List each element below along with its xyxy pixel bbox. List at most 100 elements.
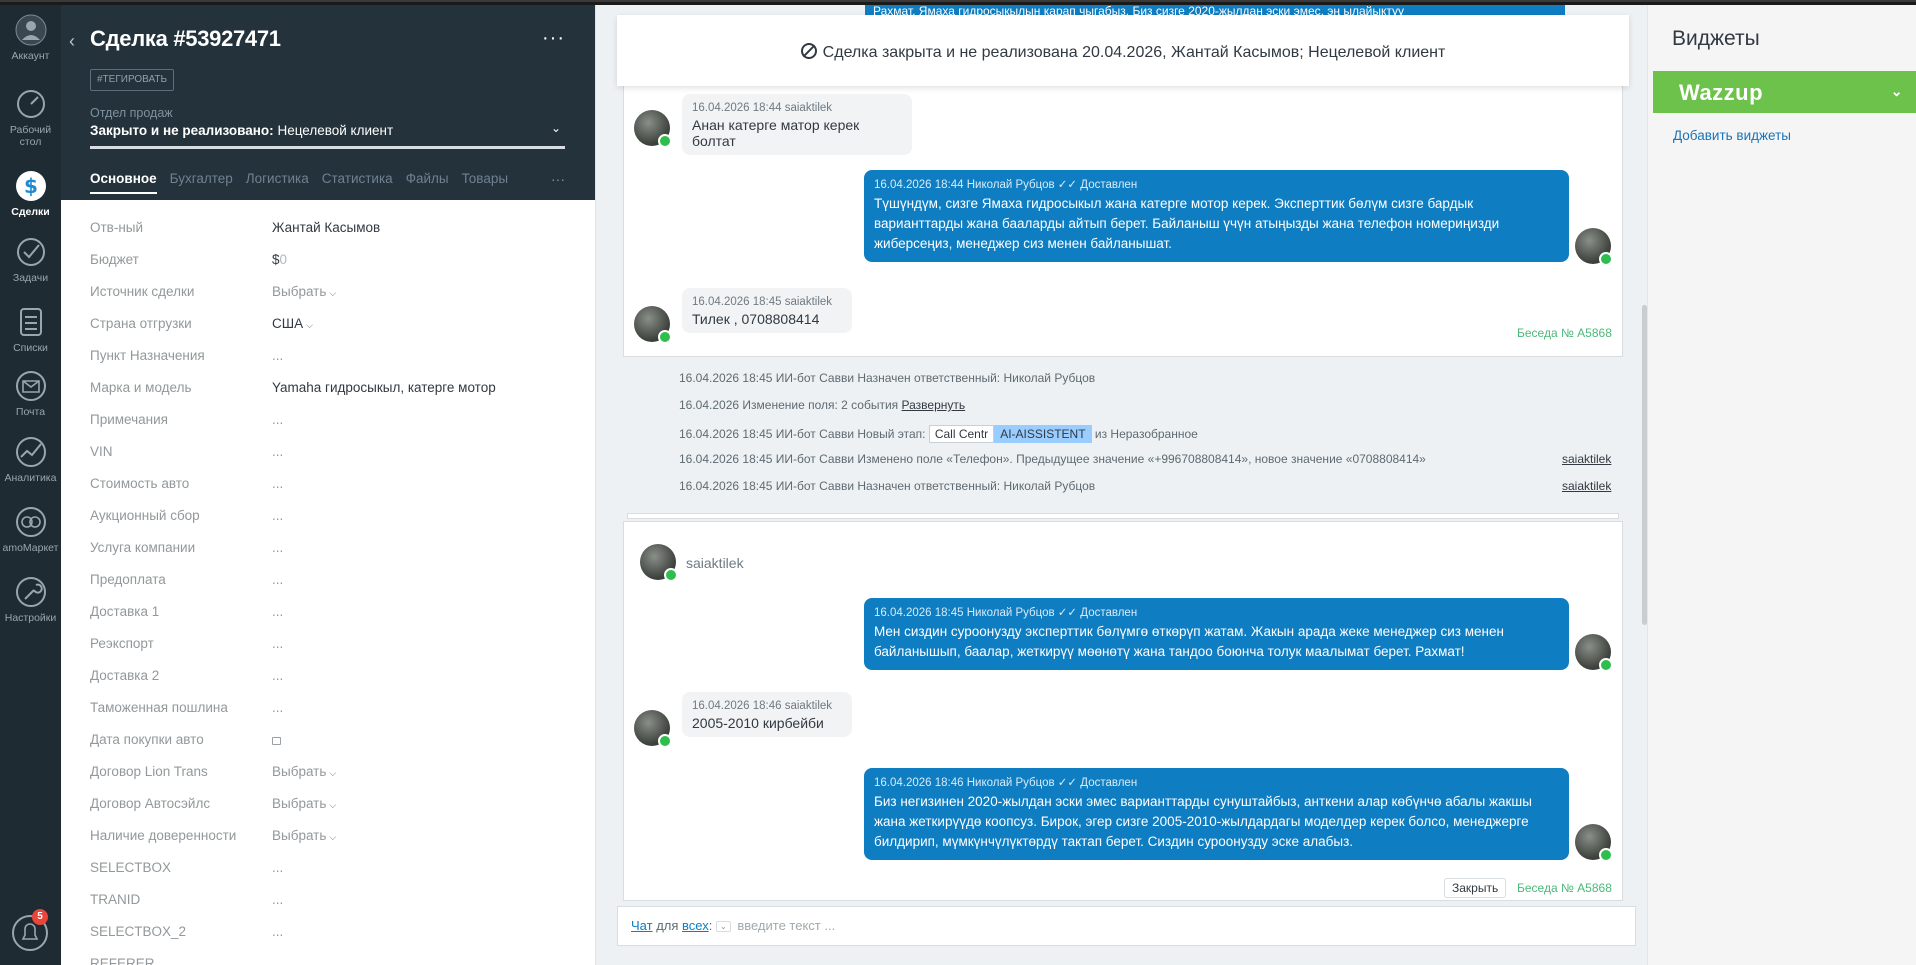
nav-item-analytics[interactable]: Аналитика — [0, 435, 61, 484]
field-value[interactable]: Жантай Касымов — [272, 220, 380, 235]
field-label: Предоплата — [90, 572, 166, 587]
card-header: ‹ Сделка #53927471 ··· #ТЕГИРОВАТЬ Отдел… — [61, 5, 595, 200]
field-value[interactable]: ... — [272, 700, 283, 715]
chat-type-link[interactable]: Чат — [631, 918, 653, 933]
nav-item-dashboard[interactable]: Рабочий стол — [0, 87, 61, 148]
nav-item-market[interactable]: amoМаркет — [0, 505, 61, 554]
field-value[interactable]: ... — [272, 668, 283, 683]
field-value[interactable]: ... — [272, 924, 283, 939]
field-prepayment: Предоплата... — [90, 572, 570, 592]
field-value[interactable]: Yamaha гидросыкыл, катерге мотор — [272, 380, 496, 395]
budget-input[interactable]: $0 — [272, 252, 287, 267]
whatsapp-icon — [1599, 252, 1613, 266]
nav-item-tasks[interactable]: Задачи — [0, 235, 61, 284]
expand-link[interactable]: Развернуть — [902, 398, 966, 412]
field-label: Аукционный сбор — [90, 508, 200, 523]
outgoing-message: 16.04.2026 18:45 Николай Рубцов ✓✓ Доста… — [864, 598, 1569, 670]
deal-title[interactable]: Сделка #53927471 — [90, 26, 281, 52]
field-contract-autosales: Договор Автосэйлс Выбрать ⌵ — [90, 796, 570, 816]
field-value[interactable]: ... — [272, 508, 283, 523]
field-value[interactable]: ... — [272, 860, 283, 875]
field-select[interactable]: США ⌵ — [272, 316, 313, 331]
message-meta: 16.04.2026 18:44 Николай Рубцов ✓✓ Доста… — [874, 177, 1559, 191]
field-label: Договор Автосэйлс — [90, 796, 211, 811]
tab-statistics[interactable]: Статистика — [322, 171, 393, 186]
tab-main[interactable]: Основное — [90, 171, 157, 194]
message-composer[interactable]: Чат для всех: ⌄ введите текст ... — [617, 906, 1636, 946]
field-value[interactable]: ... — [272, 892, 283, 907]
recipient-link[interactable]: всех — [682, 918, 709, 933]
notifications-button[interactable]: 5 — [10, 909, 50, 953]
field-label: Марка и модель — [90, 380, 192, 395]
field-car-cost: Стоимость авто... — [90, 476, 570, 496]
field-value[interactable]: ... — [272, 444, 283, 459]
message-meta-text: 16.04.2026 18:44 Николай Рубцов — [874, 179, 1055, 191]
chevron-down-icon[interactable]: ⌄ — [551, 121, 561, 135]
message-meta-text: 16.04.2026 18:45 Николай Рубцов — [874, 607, 1055, 619]
field-label: Бюджет — [90, 252, 139, 267]
field-reexport: Реэкспорт... — [90, 636, 570, 656]
chat-stack-edge — [627, 513, 1619, 519]
chevron-down-icon[interactable]: ⌄ — [1891, 83, 1903, 100]
author-link[interactable]: saiaktilek — [1562, 479, 1611, 493]
field-value[interactable]: ... — [272, 540, 283, 555]
field-value[interactable]: ... — [272, 412, 283, 427]
field-value[interactable]: ... — [272, 348, 283, 363]
nav-item-mail[interactable]: Почта — [0, 369, 61, 418]
field-value[interactable]: ... — [272, 604, 283, 619]
field-select[interactable]: Выбрать ⌵ — [272, 796, 336, 811]
field-value[interactable]: ... — [272, 572, 283, 587]
nav-item-account[interactable]: Аккаунт — [0, 13, 61, 62]
field-value[interactable]: ... — [272, 636, 283, 651]
field-label: Дата покупки авто — [90, 732, 204, 747]
tab-logistics[interactable]: Логистика — [246, 171, 309, 186]
tag-button[interactable]: #ТЕГИРОВАТЬ — [90, 69, 175, 91]
nav-item-settings[interactable]: Настройки — [0, 575, 61, 624]
field-company-service: Услуга компании... — [90, 540, 570, 560]
field-select[interactable]: Выбрать ⌵ — [272, 828, 336, 843]
wrench-icon — [15, 577, 46, 607]
feed: Рахмат. Ямаха гидросыкылын карап чыгабыз… — [595, 5, 1647, 965]
chevron-down-icon: ⌵ — [329, 768, 337, 778]
field-select[interactable]: Выбрать ⌵ — [272, 764, 336, 779]
nav-item-deals[interactable]: $ Сделки — [0, 169, 61, 218]
left-nav: Аккаунт Рабочий стол $ Сделки Задачи Спи… — [0, 5, 61, 965]
author-link[interactable]: saiaktilek — [1562, 452, 1611, 466]
tab-products[interactable]: Товары — [462, 171, 508, 186]
pipeline-status-select[interactable]: Закрыто и не реализовано: Нецелевой клие… — [90, 123, 393, 138]
market-icon — [15, 507, 46, 537]
field-label: Таможенная пошлина — [90, 700, 228, 715]
nav-label: amoМаркет — [2, 542, 59, 554]
field-value: США — [272, 316, 304, 331]
tabs-more-icon[interactable]: ··· — [551, 171, 565, 187]
more-menu-icon[interactable]: ··· — [542, 27, 565, 50]
outgoing-message: 16.04.2026 18:46 Николай Рубцов ✓✓ Доста… — [864, 768, 1569, 860]
delivery-status: Доставлен — [1080, 777, 1138, 789]
field-value[interactable]: ... — [272, 476, 283, 491]
channel-select[interactable]: ⌄ — [715, 921, 731, 932]
conversation-link[interactable]: Беседа № A5868 — [1517, 326, 1612, 340]
wazzup-widget[interactable]: Wazzup ⌄ — [1653, 71, 1916, 113]
message-meta: 16.04.2026 18:45 saiaktilek — [692, 296, 833, 308]
back-arrow-icon[interactable]: ‹ — [69, 31, 75, 52]
nav-label: Аккаунт — [11, 50, 50, 62]
field-value: Выбрать — [272, 796, 327, 811]
add-widgets-link[interactable]: Добавить виджеты — [1673, 128, 1791, 143]
field-select[interactable]: Выбрать ⌵ — [272, 284, 336, 299]
tab-accounting[interactable]: Бухгалтер — [170, 171, 233, 186]
field-label: Стоимость авто — [90, 476, 190, 491]
nav-item-lists[interactable]: Списки — [0, 305, 61, 354]
message-input[interactable]: введите текст ... — [737, 918, 835, 933]
field-delivery-2: Доставка 2... — [90, 668, 570, 688]
field-label: VIN — [90, 444, 113, 459]
field-value[interactable]: ... — [272, 956, 283, 965]
field-label: Пункт Назначения — [90, 348, 205, 363]
message-meta: 16.04.2026 18:44 saiaktilek — [692, 102, 833, 114]
chevron-down-icon: ⌵ — [306, 320, 313, 330]
field-label: SELECTBOX — [90, 860, 172, 875]
tab-files[interactable]: Файлы — [406, 171, 449, 186]
close-conversation-button[interactable]: Закрыть — [1444, 878, 1507, 898]
chevron-down-icon: ⌵ — [329, 800, 337, 810]
conversation-link[interactable]: Беседа № A5868 — [1517, 881, 1612, 895]
date-picker[interactable] — [272, 732, 281, 748]
